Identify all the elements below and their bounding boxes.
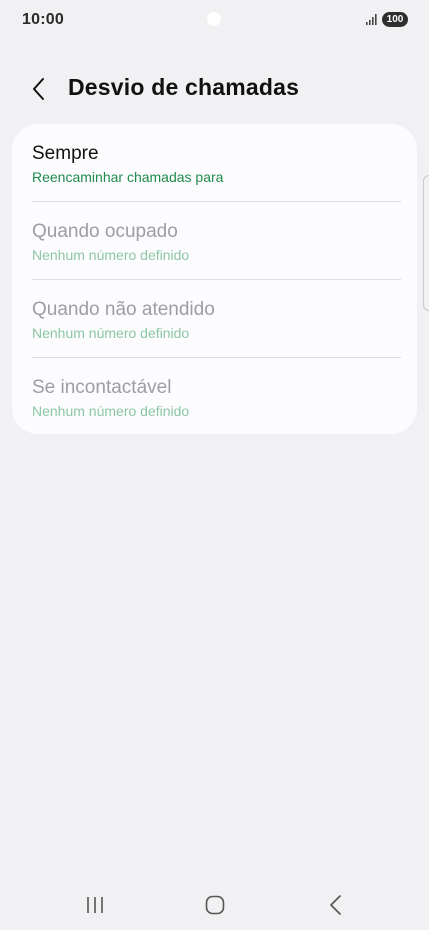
scroll-indicator[interactable] xyxy=(423,175,429,311)
app-header: Desvio de chamadas xyxy=(0,66,429,110)
status-time: 10:00 xyxy=(22,11,64,28)
option-subtitle: Nenhum número definido xyxy=(32,247,190,263)
option-always[interactable]: Sempre Reencaminhar chamadas para xyxy=(12,142,417,186)
option-title: Sempre xyxy=(32,143,99,164)
battery-indicator: 100 xyxy=(382,12,408,27)
option-title: Quando não atendido xyxy=(32,299,215,320)
navigation-bar xyxy=(0,880,429,930)
home-icon xyxy=(205,895,225,915)
chevron-left-icon xyxy=(33,78,44,100)
option-subtitle: Reencaminhar chamadas para xyxy=(32,169,224,185)
home-button[interactable] xyxy=(195,890,235,920)
option-title: Se incontactável xyxy=(32,377,172,398)
recent-apps-button[interactable] xyxy=(75,890,115,920)
status-bar: 10:00 100 xyxy=(0,0,429,40)
nav-back-button[interactable] xyxy=(316,890,356,920)
option-subtitle: Nenhum número definido xyxy=(32,325,190,341)
divider xyxy=(32,279,401,280)
back-icon xyxy=(330,895,341,915)
front-camera-dot xyxy=(207,12,221,26)
forwarding-options-card: Sempre Reencaminhar chamadas para Quando… xyxy=(12,124,417,434)
signal-bars-icon xyxy=(366,14,377,25)
divider xyxy=(32,201,401,202)
back-button[interactable] xyxy=(22,72,56,106)
option-when-busy[interactable]: Quando ocupado Nenhum número definido xyxy=(12,220,417,264)
option-when-unreachable[interactable]: Se incontactável Nenhum número definido xyxy=(12,376,417,420)
option-title: Quando ocupado xyxy=(32,221,178,242)
option-subtitle: Nenhum número definido xyxy=(32,403,190,419)
divider xyxy=(32,357,401,358)
recent-apps-icon xyxy=(87,897,103,913)
phone-screen: 10:00 100 Desvio de chamadas Sempre Reen… xyxy=(0,0,429,930)
option-when-unanswered[interactable]: Quando não atendido Nenhum número defini… xyxy=(12,298,417,342)
page-title: Desvio de chamadas xyxy=(68,74,300,100)
